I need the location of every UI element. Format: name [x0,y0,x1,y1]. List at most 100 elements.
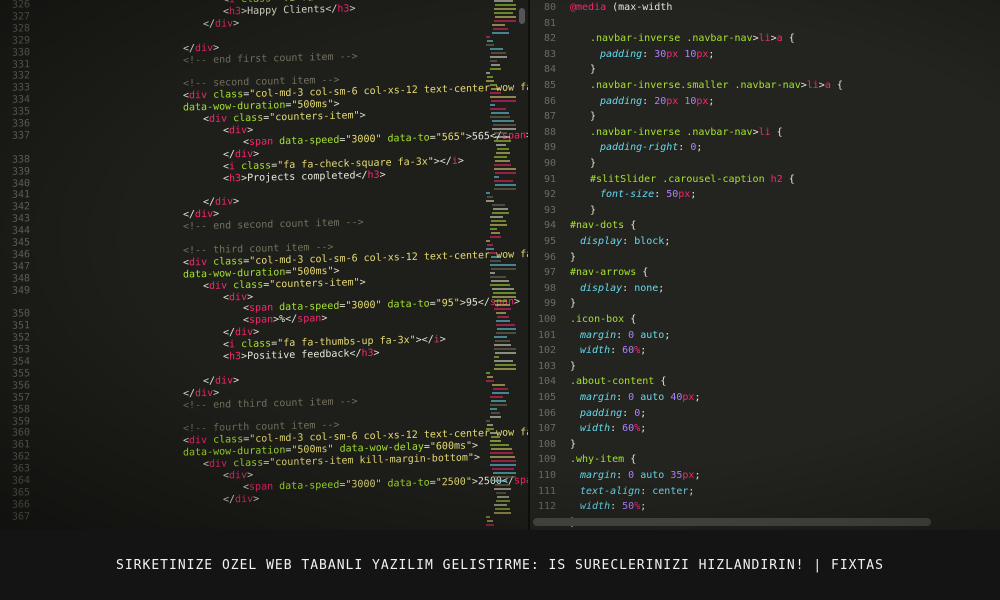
code-token: ; [688,485,695,497]
code-token: auto [640,329,665,341]
code-token: } [590,111,597,123]
code-text: .navbar-inverse.smaller .navbar-nav>li>a… [590,78,843,94]
code-token: .navbar-inverse .navbar-nav [590,33,753,45]
code-token: .navbar-inverse .navbar-nav [590,126,753,138]
minimap-row [487,424,493,426]
line-number: 90 [543,158,556,169]
code-line: 102 width: 60%; [530,343,950,359]
code-line: 111 text-align: center; [530,484,950,500]
minimap-row [487,196,493,198]
minimap-row [491,460,516,462]
minimap-row [494,176,499,178]
minimap-row [491,64,500,66]
code-token: } [590,158,597,169]
minimap-row [490,260,501,262]
code-editor-screenshot: 326<i class="fa fa-327<h3>Happy Clients<… [0,0,1000,530]
code-token: ; [708,95,715,107]
code-token: #nav-dots [570,220,625,232]
minimap-row [486,240,490,242]
code-token: { [830,80,843,91]
line-number: 87 [543,111,556,123]
code-token: .why-item [570,454,625,466]
code-token: 30 [654,48,667,60]
code-token: { [636,267,649,279]
minimap-row [495,160,510,162]
minimap-row [492,128,516,130]
minimap-row [495,508,510,510]
minimap-row [494,480,507,482]
code-token: : [622,236,635,247]
minimap-row [491,100,516,102]
minimap-row [490,84,497,86]
code-token: px [666,95,679,107]
minimap-row [490,408,497,410]
code-token: @media [570,2,607,13]
minimap-row [497,148,509,150]
code-token: text-align [580,485,641,497]
code-line: 104 .about-content { [530,374,950,390]
minimap-row [486,248,494,250]
html-minimap[interactable] [486,0,516,530]
code-text: } [590,203,596,219]
minimap-row [494,308,511,310]
code-token: display [580,236,623,247]
minimap-row [496,324,515,326]
minimap-row [491,232,500,234]
css-editor-pane: 80 @media (max-width 81 82 .navbar-inverse .… [530,0,1000,530]
minimap-row [491,52,506,54]
minimap-row [495,4,516,6]
code-line: 106 padding: 0; [530,406,950,422]
minimap-row [486,36,490,38]
code-line: 98 display: none; [530,281,950,297]
code-token: } [590,204,597,216]
html-vertical-scrollbar[interactable] [519,8,525,24]
minimap-row [494,180,513,182]
line-number: 80 [543,2,556,13]
minimap-row [486,200,494,202]
line-number: 89 [543,142,556,154]
line-number: 88 [543,126,556,138]
line-number: 103 [537,360,556,372]
minimap-row [486,44,494,46]
code-token: { [782,33,795,45]
code-token: } [570,438,577,450]
code-line: 89 padding-right: 0; [530,140,950,156]
minimap-row [491,88,500,90]
code-token: padding [600,95,643,107]
code-text: font-size: 50px; [600,187,696,203]
line-number: 84 [543,64,556,76]
minimap-row [493,292,516,294]
code-text: #nav-dots { [570,218,636,234]
code-token: : [616,392,629,403]
code-line: 96} [530,250,950,266]
code-token: px [678,189,691,201]
minimap-row [487,376,493,378]
minimap-row [490,432,497,434]
code-text: .why-item { [570,452,636,468]
code-token: ; [640,423,647,435]
line-number: 101 [537,329,556,341]
code-token: : [622,407,635,419]
minimap-row [494,8,516,10]
code-token: : [642,95,655,107]
minimap-row [490,276,506,278]
code-token: : [642,48,655,60]
css-horizontal-scrollbar[interactable] [533,518,931,526]
code-line: 85 .navbar-inverse.smaller .navbar-nav>li… [530,78,950,94]
minimap-row [486,524,494,526]
code-token: : [610,345,623,357]
minimap-row [492,120,514,122]
line-number: 83 [543,48,556,60]
minimap-row [492,476,516,478]
minimap-row [490,284,510,286]
code-token: .icon-box [570,314,625,325]
line-number: 81 [543,17,556,29]
minimap-row [490,404,507,406]
code-token: : [610,501,623,513]
code-line: 99} [530,296,950,312]
code-line: 112 width: 50%; [530,499,950,515]
code-line: 95 display: block; [530,234,950,250]
line-number: 105 [537,392,556,403]
code-token: { [770,126,783,138]
minimap-row [490,452,513,454]
